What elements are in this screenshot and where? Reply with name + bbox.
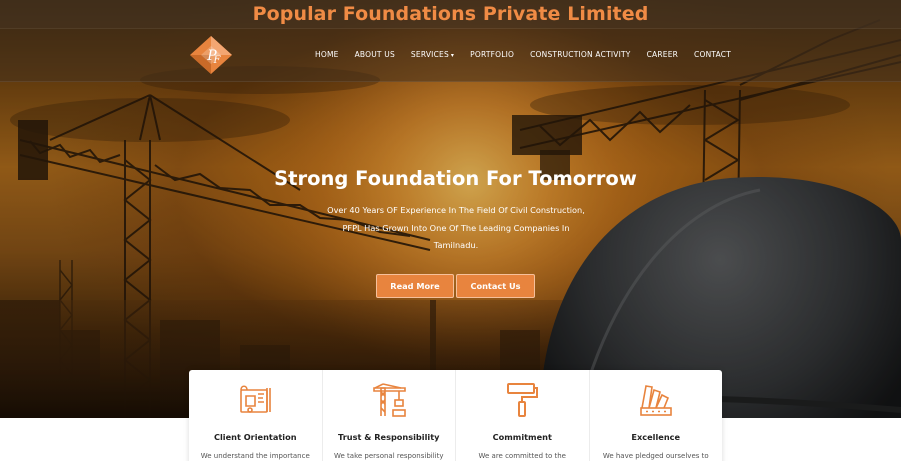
feature-text: We take personal responsibility [334,452,444,460]
hero-headline: Strong Foundation For Tomorrow [274,167,637,190]
nav-item-services[interactable]: SERVICES ▾ [411,49,454,61]
feature-text: We have pledged ourselves to [602,452,709,460]
nav-item-services-label: SERVICES [410,50,449,59]
feature-card-trust-responsibility: Trust & Responsibility We take personal … [323,370,456,461]
nav-item-career[interactable]: CAREER [647,49,678,61]
feature-card-client-orientation: Client Orientation We understand the imp… [189,370,323,461]
nav-item-portfolio[interactable]: PORTFOLIO [470,49,514,61]
feature-title: Trust & Responsibility [338,432,440,442]
read-more-button[interactable]: Read More [376,274,454,298]
hero-subtitle-line-1: Over 40 Years OF Experience In The Field… [327,205,585,215]
hero-subtitle: Over 40 Years OF Experience In The Field… [306,202,606,255]
paint-roller-icon [507,383,539,417]
feature-card-excellence: Excellence We have pledged ourselves to [590,370,723,461]
nav-item-contact[interactable]: CONTACT [694,49,731,61]
nav-item-home[interactable]: HOME [315,49,339,61]
nav-menu: HOME ABOUT US SERVICES ▾ PORTFOLIO CONSTR… [315,49,731,61]
crane-icon [372,383,406,417]
feature-cards: Client Orientation We understand the imp… [189,370,722,461]
contact-us-button[interactable]: Contact Us [456,274,535,298]
nav-item-about[interactable]: ABOUT US [355,49,395,61]
feature-text: We are committed to the [478,452,566,460]
pf-diamond-logo-icon[interactable]: P F [189,35,233,75]
site-title-bar: Popular Foundations Private Limited [0,0,901,28]
site-title: Popular Foundations Private Limited [252,3,649,25]
hero-subtitle-line-3: Tamilnadu. [433,240,479,250]
caret-down-icon: ▾ [450,52,455,59]
feature-text: We understand the importance [200,452,310,460]
svg-text:F: F [213,55,222,66]
feature-title: Commitment [492,432,552,442]
feature-card-commitment: Commitment We are committed to the [456,370,590,461]
hero-subtitle-line-2: PFPL Has Grown Into One Of The Leading C… [342,222,570,233]
feature-title: Client Orientation [213,432,297,442]
color-swatch-icon [639,385,672,416]
feature-title: Excellence [631,432,681,442]
nav-item-construction-activity[interactable]: CONSTRUCTION ACTIVITY [530,49,630,61]
blueprint-tools-icon [240,385,272,413]
